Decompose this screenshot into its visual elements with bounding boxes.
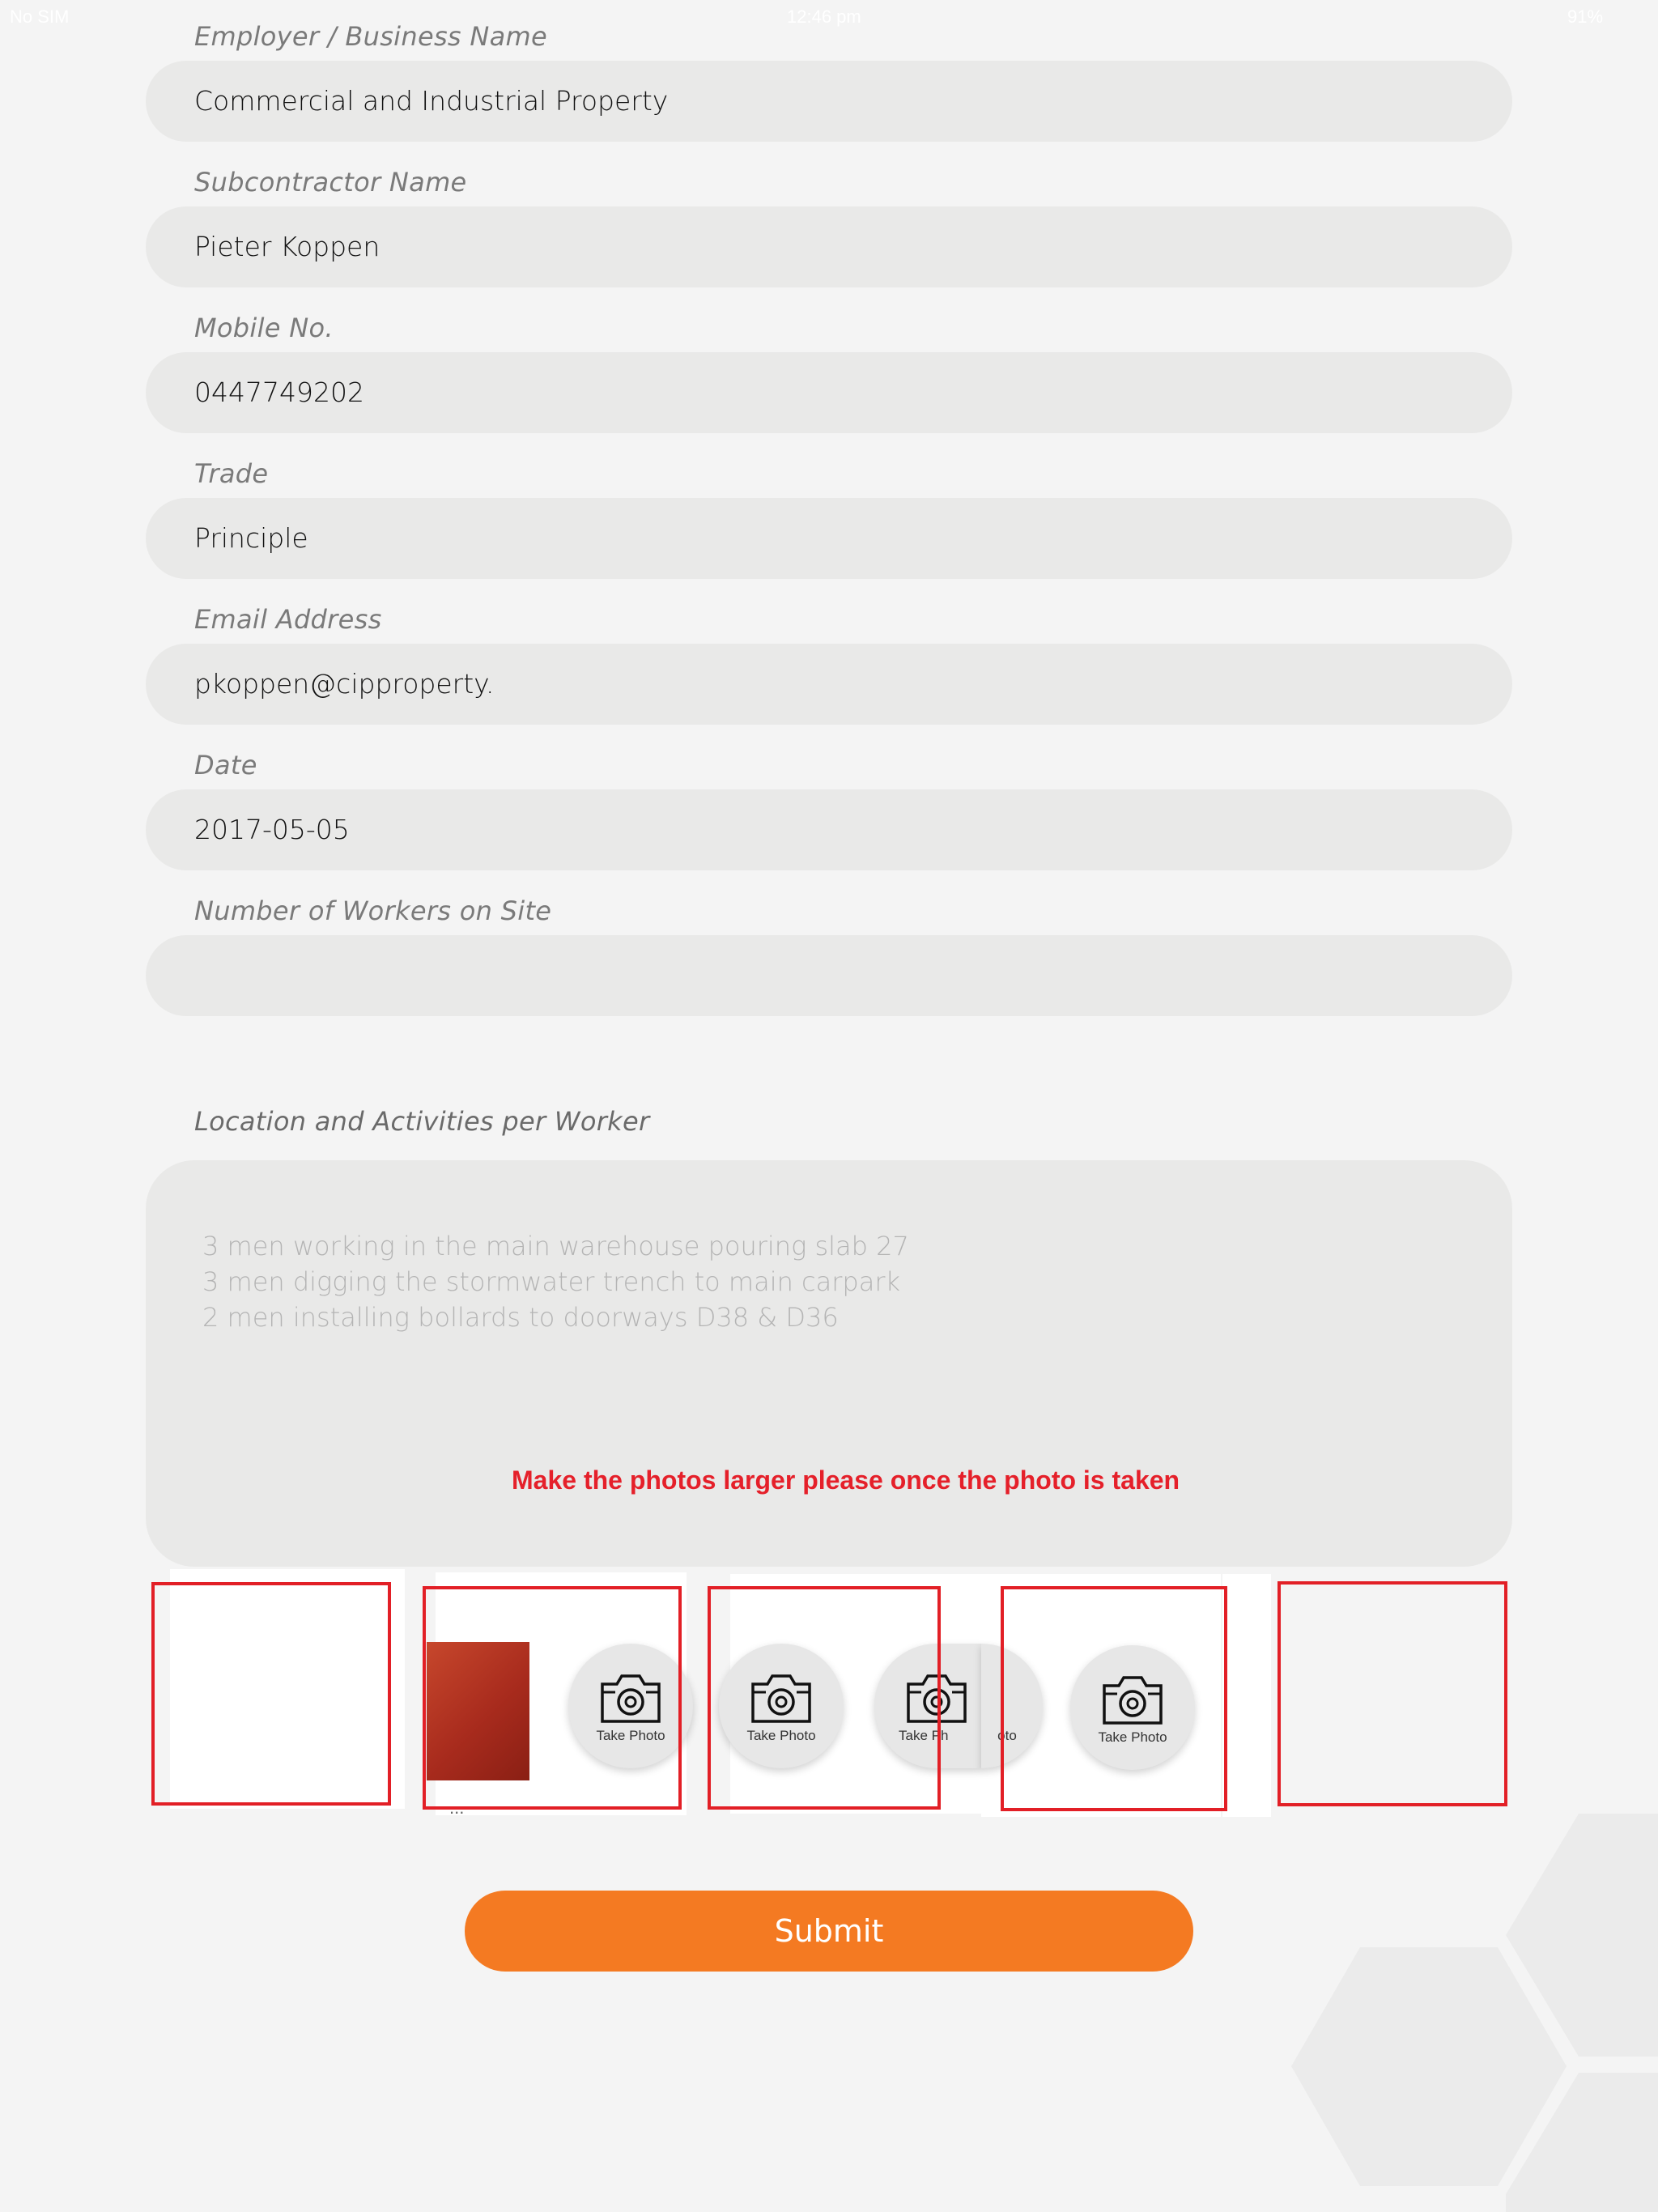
date-field[interactable]: 2017-05-05 <box>146 789 1512 870</box>
clock: 12:46 pm <box>787 6 861 27</box>
photo-strip <box>1222 1574 1271 1817</box>
workers-field[interactable] <box>146 935 1512 1016</box>
activities-label: Location and Activities per Worker <box>194 1106 650 1137</box>
subcontractor-label: Subcontractor Name <box>194 167 467 198</box>
battery-label: 91% <box>1567 6 1604 27</box>
background-hexagon-icon <box>1506 2073 1658 2212</box>
subcontractor-field[interactable]: Pieter Koppen <box>146 206 1512 287</box>
employer-field[interactable]: Commercial and Industrial Property <box>146 61 1512 142</box>
review-annotation: Make the photos larger please once the p… <box>512 1465 1180 1495</box>
activities-line: 3 men digging the stormwater trench to m… <box>202 1266 900 1297</box>
annotation-box <box>1001 1586 1227 1811</box>
mobile-field[interactable]: 0447749202 <box>146 352 1512 433</box>
annotation-box <box>151 1582 391 1806</box>
photo-caption: ... <box>449 1797 465 1818</box>
trade-label: Trade <box>194 458 269 489</box>
activities-textarea[interactable]: 3 men working in the main warehouse pour… <box>146 1160 1512 1567</box>
activities-line: 3 men working in the main warehouse pour… <box>202 1231 909 1261</box>
annotation-box <box>1278 1581 1507 1806</box>
email-label: Email Address <box>194 604 382 635</box>
carrier-label: No SIM <box>10 6 70 27</box>
trade-field[interactable]: Principle <box>146 498 1512 579</box>
mobile-label: Mobile No. <box>194 313 334 343</box>
submit-button[interactable]: Submit <box>465 1891 1193 1972</box>
activities-line: 2 men installing bollards to doorways D3… <box>202 1302 839 1333</box>
date-label: Date <box>194 750 257 781</box>
employer-label: Employer / Business Name <box>194 21 547 52</box>
annotation-box <box>708 1586 941 1810</box>
annotation-box <box>423 1586 682 1810</box>
workers-label: Number of Workers on Site <box>194 895 552 926</box>
email-field[interactable]: pkoppen@cipproperty. <box>146 644 1512 725</box>
